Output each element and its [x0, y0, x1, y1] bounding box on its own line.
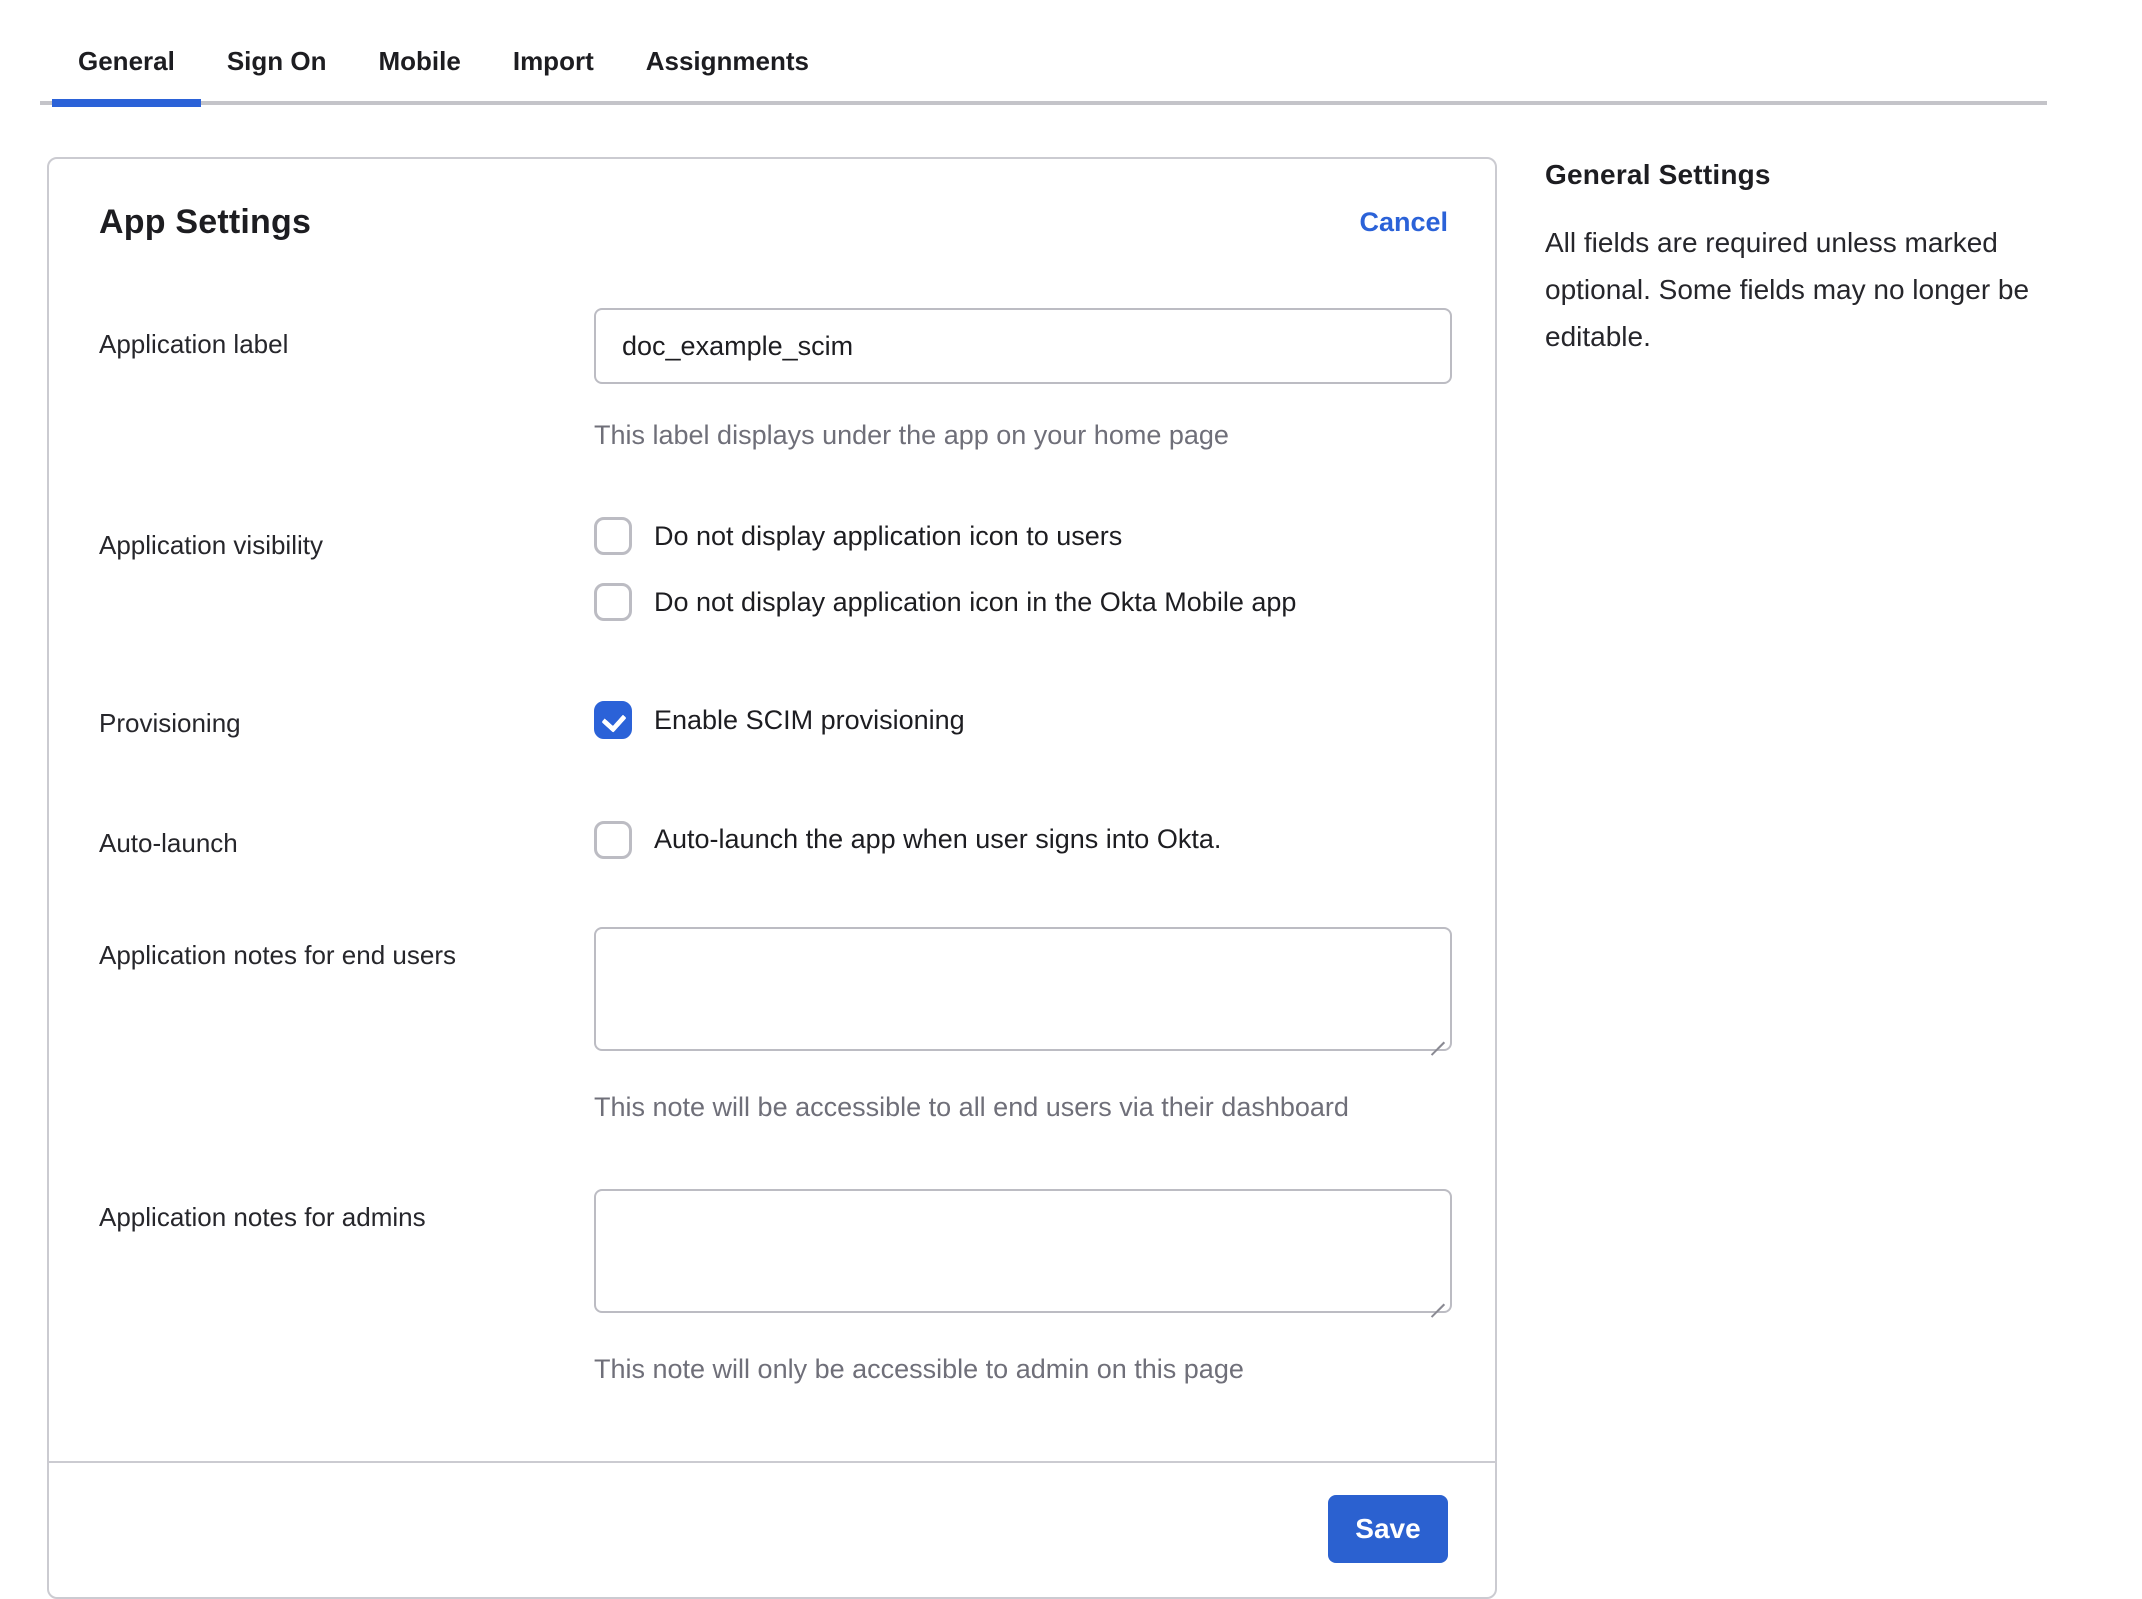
- auto-launch-option: Auto-launch the app when user signs into…: [594, 821, 1448, 859]
- scim-provisioning-checkbox[interactable]: [594, 701, 632, 739]
- app-settings-card: App Settings Cancel Application label Th…: [47, 157, 1497, 1599]
- tab-import[interactable]: Import: [487, 28, 620, 105]
- notes-admins-textarea[interactable]: [594, 1189, 1452, 1313]
- auto-launch-checkbox[interactable]: [594, 821, 632, 859]
- visibility-mobile-option: Do not display application icon in the O…: [594, 583, 1448, 621]
- application-label-label: Application label: [99, 308, 594, 451]
- notes-end-users-helper: This note will be accessible to all end …: [594, 1092, 1452, 1123]
- visibility-mobile-checkbox-label[interactable]: Do not display application icon in the O…: [654, 587, 1296, 618]
- notes-end-users-textarea[interactable]: [594, 927, 1452, 1051]
- tab-assignments[interactable]: Assignments: [620, 28, 835, 105]
- help-panel-description: All fields are required unless marked op…: [1545, 219, 2085, 360]
- application-label-helper: This label displays under the app on you…: [594, 420, 1452, 451]
- notes-end-users-row: Application notes for end users This not…: [99, 927, 1448, 1123]
- checkmark-icon: [601, 707, 626, 733]
- visibility-mobile-checkbox[interactable]: [594, 583, 632, 621]
- tab-bar: General Sign On Mobile Import Assignment…: [40, 28, 2047, 105]
- application-label-input[interactable]: [594, 308, 1452, 384]
- general-settings-help-panel: General Settings All fields are required…: [1545, 159, 2085, 360]
- cancel-link[interactable]: Cancel: [1359, 207, 1448, 238]
- visibility-users-checkbox[interactable]: [594, 517, 632, 555]
- card-header: App Settings Cancel: [99, 203, 1448, 242]
- scim-provisioning-checkbox-label[interactable]: Enable SCIM provisioning: [654, 705, 965, 736]
- application-visibility-row: Application visibility Do not display ap…: [99, 517, 1448, 621]
- scim-provisioning-option: Enable SCIM provisioning: [594, 701, 1448, 739]
- page-title: App Settings: [99, 203, 311, 242]
- notes-admins-helper: This note will only be accessible to adm…: [594, 1354, 1452, 1385]
- visibility-users-option: Do not display application icon to users: [594, 517, 1448, 555]
- card-footer: Save: [49, 1461, 1495, 1597]
- visibility-users-checkbox-label[interactable]: Do not display application icon to users: [654, 521, 1122, 552]
- notes-end-users-label: Application notes for end users: [99, 927, 594, 1123]
- tab-general[interactable]: General: [52, 28, 201, 105]
- auto-launch-row: Auto-launch Auto-launch the app when use…: [99, 807, 1448, 861]
- tab-sign-on[interactable]: Sign On: [201, 28, 353, 105]
- notes-admins-label: Application notes for admins: [99, 1189, 594, 1385]
- auto-launch-checkbox-label[interactable]: Auto-launch the app when user signs into…: [654, 824, 1221, 855]
- application-visibility-label: Application visibility: [99, 517, 594, 621]
- application-label-row: Application label This label displays un…: [99, 308, 1448, 451]
- tab-mobile[interactable]: Mobile: [353, 28, 487, 105]
- provisioning-row: Provisioning Enable SCIM provisioning: [99, 687, 1448, 741]
- notes-admins-row: Application notes for admins This note w…: [99, 1189, 1448, 1385]
- auto-launch-label: Auto-launch: [99, 807, 594, 861]
- help-panel-title: General Settings: [1545, 159, 2085, 191]
- save-button[interactable]: Save: [1328, 1495, 1448, 1563]
- provisioning-label: Provisioning: [99, 687, 594, 741]
